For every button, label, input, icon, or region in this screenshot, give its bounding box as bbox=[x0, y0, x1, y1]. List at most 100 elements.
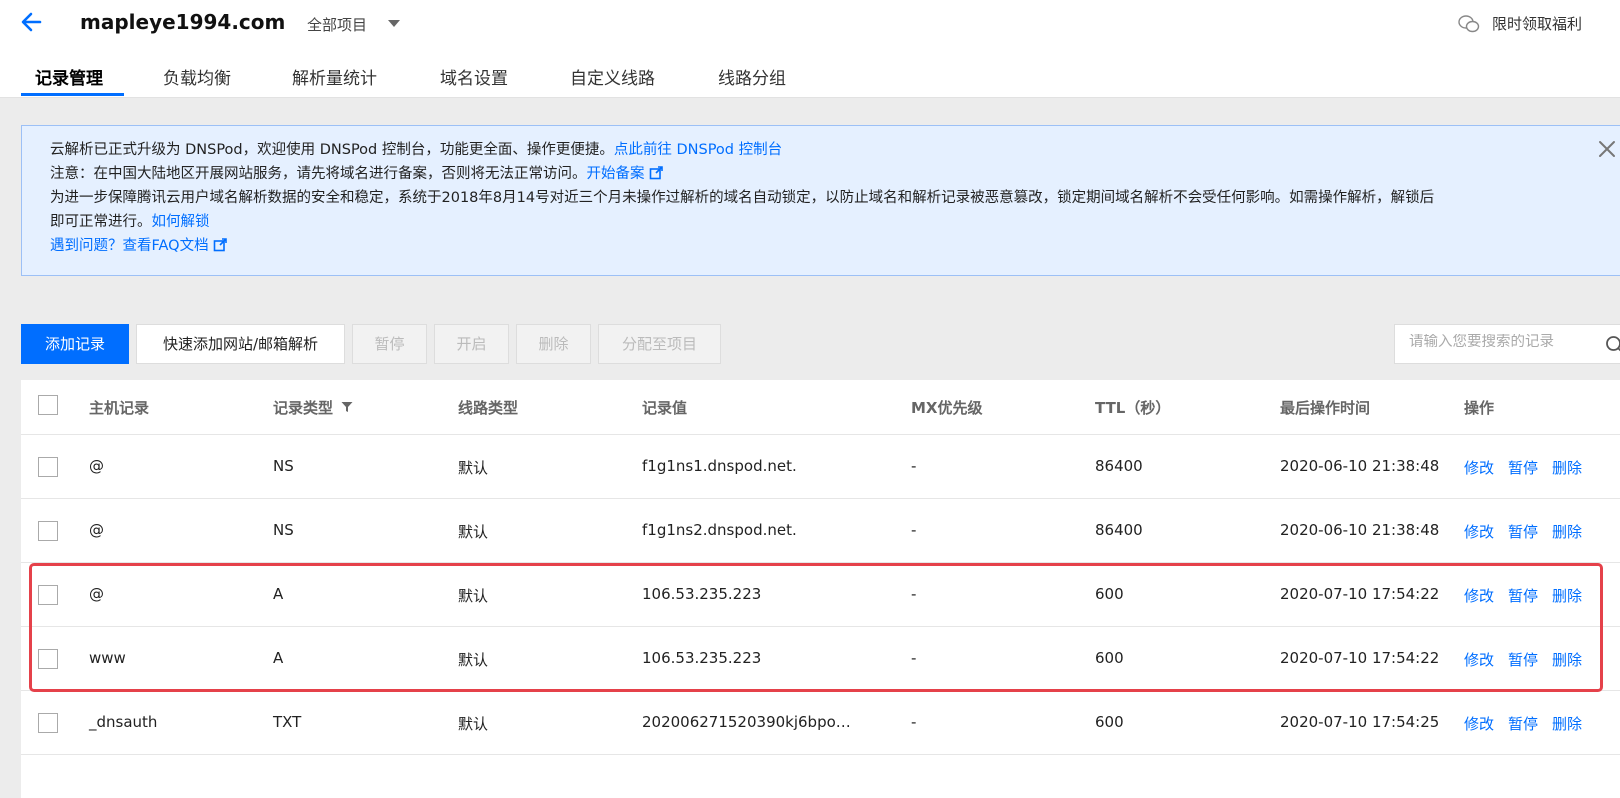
filter-icon[interactable] bbox=[341, 401, 353, 413]
cell-ttl: 600 bbox=[1095, 585, 1124, 603]
dnspod-console-link[interactable]: 点此前往 DNSPod 控制台 bbox=[614, 142, 782, 158]
chevron-down-icon[interactable] bbox=[388, 20, 400, 27]
faq-link[interactable]: 遇到问题？查看FAQ文档 bbox=[50, 238, 209, 254]
wechat-icon bbox=[1458, 15, 1480, 33]
pause-link[interactable]: 暂停 bbox=[1508, 459, 1538, 477]
col-host: 主机记录 bbox=[89, 399, 150, 417]
cell-host: @ bbox=[89, 521, 104, 539]
add-record-button[interactable]: 添加记录 bbox=[21, 324, 129, 364]
cell-time: 2020-07-10 17:54:22 bbox=[1280, 649, 1440, 667]
enable-button[interactable]: 开启 bbox=[434, 324, 509, 364]
table-row: @ NS 默认 f1g1ns2.dnspod.net. - 86400 2020… bbox=[21, 499, 1620, 563]
cell-value: 106.53.235.223 bbox=[642, 585, 762, 603]
cell-line: 默认 bbox=[458, 523, 489, 541]
project-select[interactable]: 全部项目 bbox=[307, 14, 367, 35]
unlock-guide-link[interactable]: 如何解锁 bbox=[152, 214, 210, 230]
row-checkbox[interactable] bbox=[38, 585, 58, 605]
cell-time: 2020-06-10 21:38:48 bbox=[1280, 457, 1440, 475]
pause-link[interactable]: 暂停 bbox=[1508, 523, 1538, 541]
cell-type: TXT bbox=[273, 713, 302, 731]
table-row: @ A 默认 106.53.235.223 - 600 2020-07-10 1… bbox=[21, 563, 1620, 627]
cell-ttl: 600 bbox=[1095, 649, 1124, 667]
cell-mx: - bbox=[911, 457, 917, 475]
delete-link[interactable]: 删除 bbox=[1552, 715, 1582, 733]
header: mapleye1994.com 全部项目 限时领取福利 记录管理 负载均衡 解析… bbox=[0, 0, 1620, 98]
back-arrow-icon[interactable] bbox=[18, 8, 46, 36]
row-checkbox[interactable] bbox=[38, 713, 58, 733]
close-icon[interactable] bbox=[1598, 140, 1616, 158]
cell-type: NS bbox=[273, 457, 294, 475]
delete-button[interactable]: 删除 bbox=[516, 324, 591, 364]
col-line: 线路类型 bbox=[458, 399, 519, 417]
cell-line: 默认 bbox=[458, 651, 489, 669]
cell-mx: - bbox=[911, 713, 917, 731]
notice-line-2: 注意：在中国大陆地区开展网站服务，请先将域名进行备案，否则将无法正常访问。开始备… bbox=[50, 162, 663, 183]
notice-line-4: 即可正常进行。如何解锁 bbox=[50, 210, 210, 231]
row-checkbox[interactable] bbox=[38, 457, 58, 477]
table-row: _dnsauth TXT 默认 202006271520390kj6bpo… -… bbox=[21, 691, 1620, 755]
row-checkbox[interactable] bbox=[38, 521, 58, 541]
tab-line-groups[interactable]: 线路分组 bbox=[718, 64, 786, 100]
cell-host: www bbox=[89, 649, 126, 667]
edit-link[interactable]: 修改 bbox=[1464, 587, 1494, 605]
cell-actions: 修改 暂停 删除 bbox=[1464, 649, 1596, 670]
edit-link[interactable]: 修改 bbox=[1464, 523, 1494, 541]
external-link-icon[interactable] bbox=[649, 166, 663, 180]
cell-value: f1g1ns2.dnspod.net. bbox=[642, 521, 797, 539]
tab-load-balance[interactable]: 负载均衡 bbox=[163, 64, 231, 100]
icp-filing-link[interactable]: 开始备案 bbox=[587, 166, 645, 182]
delete-link[interactable]: 删除 bbox=[1552, 523, 1582, 541]
pause-link[interactable]: 暂停 bbox=[1508, 651, 1538, 669]
notice-banner: 云解析已正式升级为 DNSPod，欢迎使用 DNSPod 控制台，功能更全面、操… bbox=[21, 125, 1620, 276]
col-value: 记录值 bbox=[642, 399, 688, 417]
cell-ttl: 600 bbox=[1095, 713, 1124, 731]
col-mx: MX优先级 bbox=[911, 399, 983, 417]
cell-type: A bbox=[273, 649, 284, 667]
cell-actions: 修改 暂停 删除 bbox=[1464, 585, 1596, 606]
external-link-icon[interactable] bbox=[213, 238, 227, 252]
notice-line-3: 为进一步保障腾讯云用户域名解析数据的安全和稳定，系统于2018年8月14号对近三… bbox=[50, 190, 1435, 206]
promo-link[interactable]: 限时领取福利 bbox=[1492, 13, 1582, 34]
col-actions: 操作 bbox=[1464, 399, 1495, 417]
records-table: 主机记录 记录类型 线路类型 记录值 MX优先级 TTL（秒） 最后操作时间 操… bbox=[21, 380, 1620, 798]
pause-link[interactable]: 暂停 bbox=[1508, 715, 1538, 733]
cell-ttl: 86400 bbox=[1095, 521, 1143, 539]
delete-link[interactable]: 删除 bbox=[1552, 459, 1582, 477]
edit-link[interactable]: 修改 bbox=[1464, 651, 1494, 669]
search-input[interactable] bbox=[1409, 334, 1589, 350]
cell-actions: 修改 暂停 删除 bbox=[1464, 457, 1596, 478]
quick-add-button[interactable]: 快速添加网站/邮箱解析 bbox=[136, 324, 345, 364]
tab-statistics[interactable]: 解析量统计 bbox=[292, 64, 377, 100]
cell-line: 默认 bbox=[458, 587, 489, 605]
notice-text: 云解析已正式升级为 DNSPod，欢迎使用 DNSPod 控制台，功能更全面、操… bbox=[50, 142, 614, 158]
table-row: @ NS 默认 f1g1ns1.dnspod.net. - 86400 2020… bbox=[21, 435, 1620, 499]
cell-time: 2020-06-10 21:38:48 bbox=[1280, 521, 1440, 539]
cell-mx: - bbox=[911, 521, 917, 539]
cell-value: 202006271520390kj6bpo… bbox=[642, 713, 851, 731]
cell-ttl: 86400 bbox=[1095, 457, 1143, 475]
notice-line-1: 云解析已正式升级为 DNSPod，欢迎使用 DNSPod 控制台，功能更全面、操… bbox=[50, 138, 782, 159]
cell-value: 106.53.235.223 bbox=[642, 649, 762, 667]
search-icon[interactable] bbox=[1605, 335, 1620, 355]
col-type-label: 记录类型 bbox=[273, 399, 334, 417]
tab-custom-lines[interactable]: 自定义线路 bbox=[570, 64, 655, 100]
notice-text: 即可正常进行。 bbox=[50, 214, 152, 230]
pause-link[interactable]: 暂停 bbox=[1508, 587, 1538, 605]
pause-button[interactable]: 暂停 bbox=[352, 324, 427, 364]
cell-actions: 修改 暂停 删除 bbox=[1464, 521, 1596, 542]
domain-title: mapleye1994.com bbox=[80, 10, 286, 34]
cell-type: NS bbox=[273, 521, 294, 539]
edit-link[interactable]: 修改 bbox=[1464, 715, 1494, 733]
delete-link[interactable]: 删除 bbox=[1552, 651, 1582, 669]
cell-line: 默认 bbox=[458, 459, 489, 477]
tab-domain-settings[interactable]: 域名设置 bbox=[440, 64, 508, 100]
edit-link[interactable]: 修改 bbox=[1464, 459, 1494, 477]
delete-link[interactable]: 删除 bbox=[1552, 587, 1582, 605]
cell-mx: - bbox=[911, 649, 917, 667]
cell-value: f1g1ns1.dnspod.net. bbox=[642, 457, 797, 475]
row-checkbox[interactable] bbox=[38, 649, 58, 669]
select-all-checkbox[interactable] bbox=[38, 395, 58, 415]
cell-actions: 修改 暂停 删除 bbox=[1464, 713, 1596, 734]
assign-project-button[interactable]: 分配至项目 bbox=[598, 324, 721, 364]
search-box bbox=[1394, 324, 1620, 364]
